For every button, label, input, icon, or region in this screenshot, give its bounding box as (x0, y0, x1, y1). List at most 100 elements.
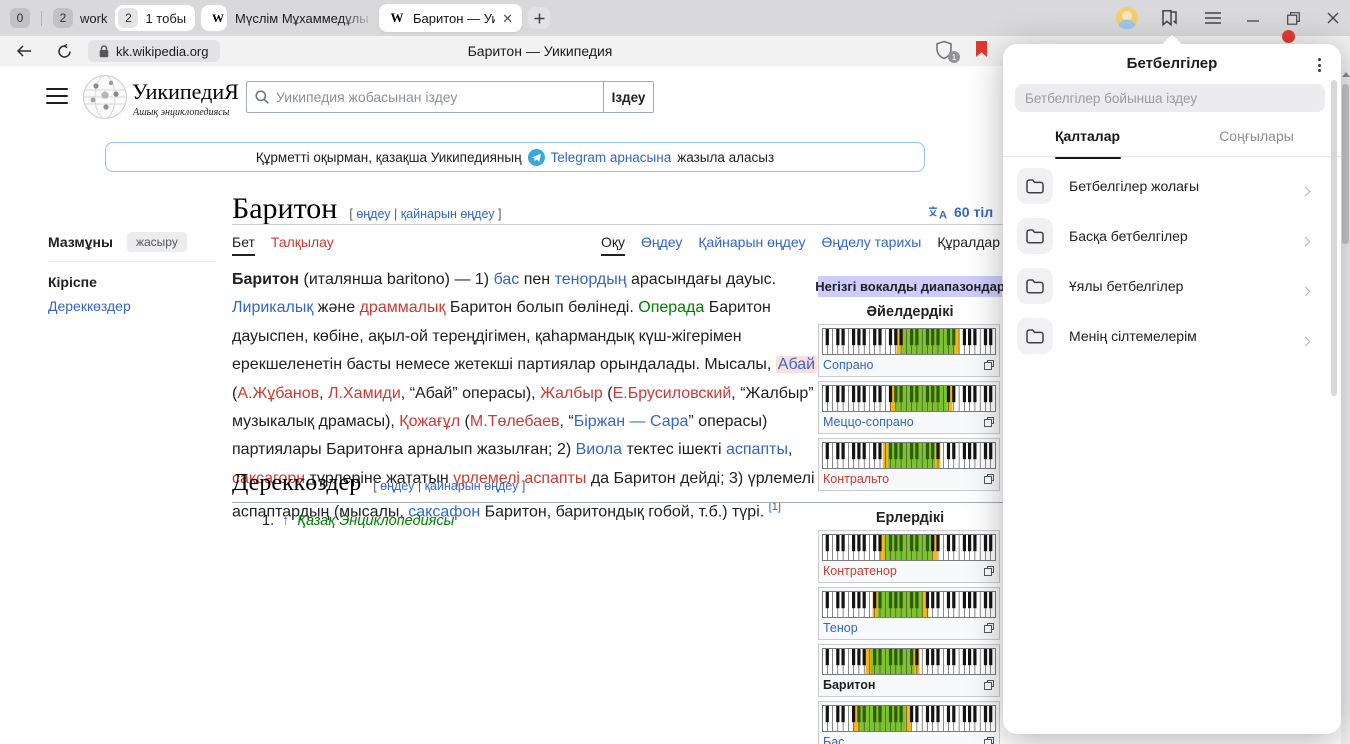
edit-link[interactable]: өңдеу (356, 207, 390, 221)
extension-badge-icon (1282, 30, 1295, 43)
folder-iconbox (1017, 218, 1053, 254)
ref-backlink-arrow[interactable]: ↑ (282, 513, 289, 529)
page-tab-Бет[interactable]: Бет (232, 234, 255, 256)
text: (италянша baritono) — 1) (299, 271, 493, 288)
inline-link[interactable]: А.Жұбанов (237, 385, 319, 402)
protect-shield-button[interactable]: 1 (935, 40, 957, 62)
inline-link[interactable]: Абай (776, 356, 817, 373)
vocal-range-link-Баритон: Баритон (823, 678, 875, 692)
tab-active[interactable]: W Баритон — Уикипедия ✕ (379, 4, 522, 32)
tab-close-icon[interactable]: ✕ (502, 12, 513, 25)
expand-button[interactable] (983, 622, 995, 634)
panel-scrollbar-thumb[interactable] (1331, 80, 1337, 396)
minimize-button[interactable] (1242, 8, 1264, 28)
inline-link[interactable]: Қожағұл (399, 413, 460, 430)
inline-link[interactable]: Операда (638, 299, 704, 316)
page-tab-Өңделу тарихы[interactable]: Өңделу тарихы (821, 234, 921, 256)
banner-link[interactable]: Telegram арнасына (551, 150, 672, 165)
toc-header: Мазмұны (48, 234, 113, 250)
folder-item[interactable]: Менің сілтемелерім (1003, 311, 1341, 361)
expand-icon (983, 416, 995, 428)
page-tab-Өңдеу[interactable]: Өңдеу (641, 234, 682, 256)
maximize-button[interactable] (1282, 8, 1304, 28)
tab-group-selected[interactable]: 21 тобы (115, 5, 195, 31)
tab-group[interactable]: 0 (8, 8, 32, 28)
vocal-range-link-Бас[interactable]: Бас (823, 735, 844, 744)
inline-link[interactable]: тенордың (555, 271, 627, 288)
expand-button[interactable] (983, 736, 995, 744)
avatar[interactable] (1116, 8, 1138, 28)
expand-button[interactable] (983, 473, 995, 485)
wiki-search-input[interactable] (276, 89, 595, 105)
edit-link[interactable]: өңдеу (380, 479, 414, 493)
expand-button[interactable] (983, 565, 995, 577)
wikipedia-logo-icon[interactable] (82, 74, 128, 120)
vocal-range-link-Меццо-сопрано[interactable]: Меццо-сопрано (823, 415, 914, 429)
folder-item[interactable]: Бетбелгілер жолағы (1003, 161, 1341, 211)
vocal-range-link-Сопрано[interactable]: Сопрано (823, 358, 874, 372)
inline-link[interactable]: Біржан — Сара (574, 413, 689, 430)
edit-link[interactable]: қайнарын өңдеу (425, 479, 519, 493)
page-scrollbar[interactable] (1341, 66, 1350, 744)
toc-item-Дереккөздер[interactable]: Дереккөздер (48, 294, 216, 318)
folder-item[interactable]: Ұялы бетбелгілер (1003, 261, 1341, 311)
inline-link[interactable]: Е.Брусиловский (613, 385, 732, 402)
page-scrollbar-thumb[interactable] (1342, 84, 1349, 244)
chevron-right-icon (1302, 182, 1309, 200)
inline-link[interactable]: [1] (769, 501, 781, 513)
wiki-search-box[interactable] (246, 81, 604, 113)
inline-link[interactable]: драммалық (360, 299, 446, 316)
menu-button[interactable] (1202, 8, 1224, 28)
vocal-range-caption: Баритон (822, 677, 996, 693)
inline-link[interactable]: Лирикалық (232, 299, 313, 316)
inline-link[interactable]: аспапты (726, 441, 788, 458)
expand-button[interactable] (983, 416, 995, 428)
panel-tab-recent[interactable]: Соңғылары (1172, 128, 1341, 154)
inline-link[interactable]: Жалбыр (540, 385, 603, 402)
hamburger-menu-icon (1205, 12, 1221, 24)
chevron-right-icon (1301, 187, 1311, 197)
page-tab-Қайнарын өңдеу[interactable]: Қайнарын өңдеу (698, 234, 805, 256)
close-window-button[interactable] (1322, 8, 1344, 28)
language-button[interactable]: A 60 тіл (928, 204, 1009, 220)
panel-kebab-menu-button[interactable] (1316, 56, 1323, 74)
panel-tab-folders[interactable]: Қалталар (1003, 128, 1172, 154)
text: , “Абай” операсы), (401, 385, 540, 402)
scroll-up-arrow-icon[interactable] (1342, 72, 1350, 77)
toc-item-Кіріспе[interactable]: Кіріспе (48, 270, 216, 294)
ref-link[interactable]: Қазақ Энциклопедиясы (297, 513, 454, 529)
page-tab-Талқылау[interactable]: Талқылау (271, 234, 334, 256)
toc-hide-button[interactable]: жасыру (127, 232, 187, 252)
close-icon (1327, 12, 1339, 24)
tab-groups: 0 2work 21 тобы (8, 5, 227, 31)
inline-link[interactable]: М.Төлебаев (470, 413, 560, 430)
vocal-range-link-Тенор[interactable]: Тенор (823, 621, 858, 635)
side-panels-button[interactable] (1158, 8, 1180, 28)
page-tab-Құралдар[interactable]: Құралдар (937, 234, 1010, 256)
inline-link[interactable]: Л.Хамиди (328, 385, 401, 402)
wiki-search-button[interactable]: Іздеу (603, 81, 654, 113)
expand-icon (983, 359, 995, 371)
vocal-range-caption: Меццо-сопрано (822, 414, 996, 430)
inline-link[interactable]: Виола (576, 441, 622, 458)
vocal-range-link-Контральто[interactable]: Контральто (823, 472, 889, 486)
expand-button[interactable] (983, 359, 995, 371)
bookmark-flag-button[interactable] (975, 41, 988, 58)
wiki-main-menu-button[interactable] (46, 88, 68, 104)
expand-button[interactable] (983, 679, 995, 691)
telegram-banner: Құрметті оқырман, қазақша Уикипедияның T… (105, 142, 925, 172)
text: , (319, 385, 328, 402)
tab-inactive[interactable]: W Мүслім Мұхаммедұлы Ма (203, 4, 375, 32)
inline-link[interactable]: бас (494, 271, 520, 288)
folder-item[interactable]: Басқа бетбелгілер (1003, 211, 1341, 261)
omnibox-page-title[interactable]: Баритон — Уикипедия (0, 36, 1080, 66)
plus-icon (534, 13, 545, 24)
vocal-range-link-Контратенор[interactable]: Контратенор (823, 564, 897, 578)
panel-search-input[interactable] (1025, 91, 1315, 106)
panel-search-box[interactable] (1015, 84, 1325, 112)
wiki-wordmark[interactable]: УикипедиЯ (132, 79, 239, 105)
new-tab-button[interactable] (528, 7, 550, 29)
page-tab-Оқу[interactable]: Оқу (601, 234, 625, 256)
tab-group[interactable]: 2work (51, 8, 109, 28)
edit-link[interactable]: қайнарын өңдеу (401, 207, 495, 221)
